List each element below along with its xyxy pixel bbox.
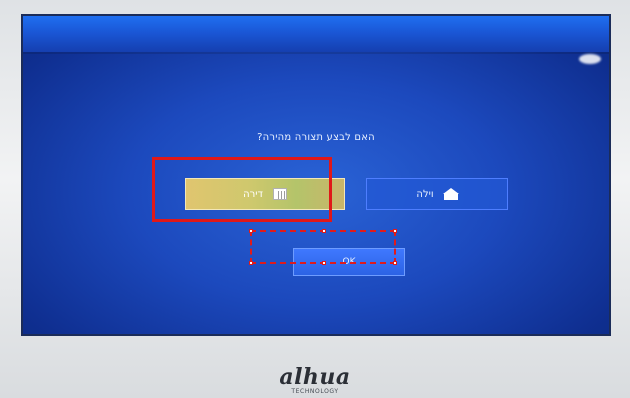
device-frame: ?האם לבצע תצורה מהירה דירה וילה OK alhua… (0, 0, 630, 398)
apartment-highlight-box (152, 157, 332, 222)
selection-handle (393, 261, 397, 265)
villa-option-button[interactable]: וילה (366, 178, 508, 210)
selection-handle (393, 229, 397, 233)
selection-handle (249, 261, 253, 265)
top-bar (23, 16, 609, 52)
ok-selection-box (249, 229, 397, 265)
brand-tagline: TECHNOLOGY (291, 388, 339, 395)
brand-logo: alhua (279, 364, 351, 390)
screen-glare (579, 54, 601, 64)
selection-handle (322, 229, 326, 233)
villa-option-label: וילה (416, 188, 434, 200)
selection-handle (322, 261, 326, 265)
dialog-prompt: ?האם לבצע תצורה מהירה (257, 132, 375, 143)
house-icon (442, 188, 459, 200)
selection-handle (249, 229, 253, 233)
